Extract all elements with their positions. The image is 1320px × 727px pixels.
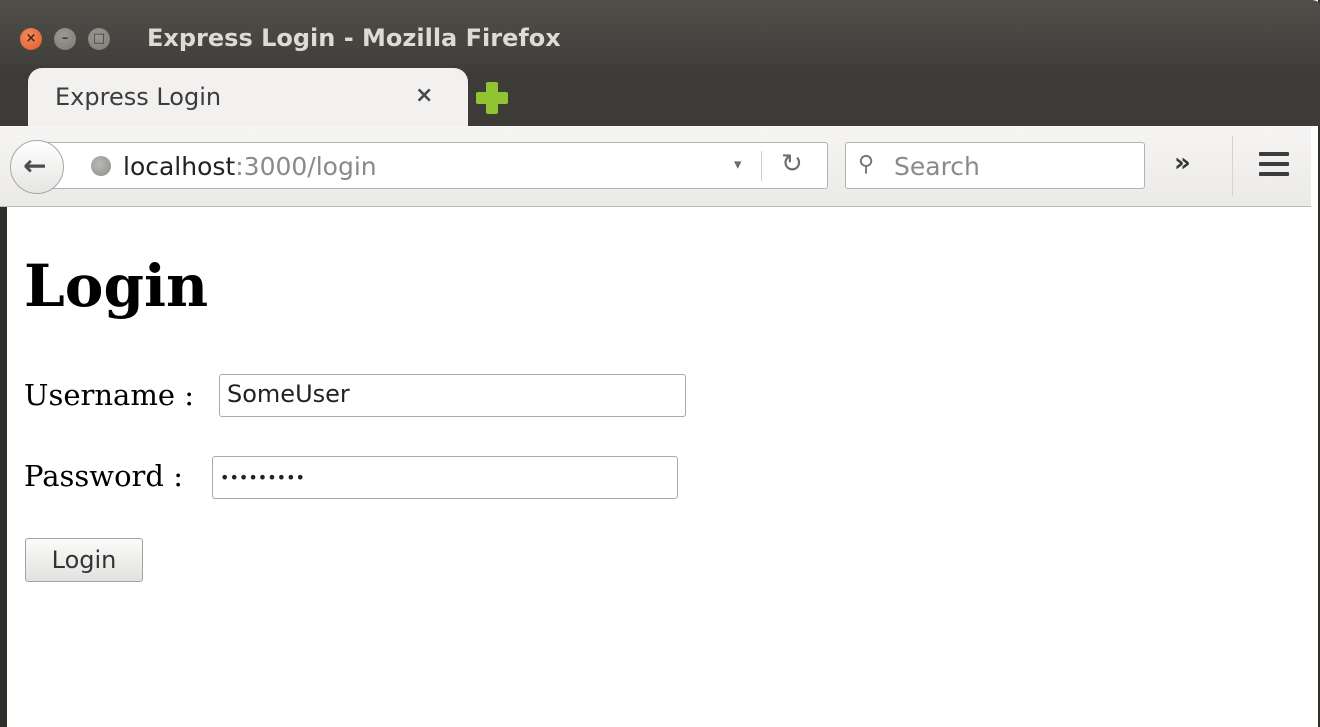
minimize-icon[interactable]: – <box>54 28 76 50</box>
url-path: :3000/login <box>235 152 377 181</box>
title-bar: × – □ Express Login - Mozilla Firefox <box>0 0 1320 72</box>
hamburger-menu-icon[interactable] <box>1259 152 1289 182</box>
url-divider <box>761 151 762 181</box>
password-label: Password : <box>24 459 183 493</box>
reload-icon[interactable]: ↻ <box>781 149 803 179</box>
dropdown-icon[interactable]: ▾ <box>734 155 742 173</box>
navigation-toolbar: ← localhost:3000/login ▾ ↻ ⚲ Search » <box>0 126 1311 207</box>
close-icon[interactable]: × <box>20 28 42 50</box>
username-label: Username : <box>24 378 194 412</box>
globe-icon <box>91 156 111 176</box>
url-text: localhost:3000/login <box>123 152 377 181</box>
tab-label: Express Login <box>55 83 222 111</box>
page-title: Login <box>24 252 209 320</box>
back-button[interactable]: ← <box>10 140 64 194</box>
overflow-icon[interactable]: » <box>1174 148 1191 178</box>
search-placeholder: Search <box>894 152 980 181</box>
maximize-icon[interactable]: □ <box>88 28 110 50</box>
url-bar[interactable]: localhost:3000/login ▾ ↻ <box>40 142 828 189</box>
search-icon: ⚲ <box>858 152 875 177</box>
login-button[interactable]: Login <box>25 538 143 582</box>
window-title: Express Login - Mozilla Firefox <box>147 24 561 52</box>
username-field[interactable]: SomeUser <box>219 374 686 417</box>
back-arrow-icon: ← <box>23 149 47 182</box>
search-input[interactable]: ⚲ Search <box>845 142 1145 189</box>
url-host: localhost <box>123 152 236 181</box>
new-tab-icon[interactable] <box>476 82 508 114</box>
toolbar-divider <box>1232 136 1233 196</box>
password-field[interactable]: ••••••••• <box>212 456 678 499</box>
tab-close-icon[interactable]: × <box>415 83 433 108</box>
